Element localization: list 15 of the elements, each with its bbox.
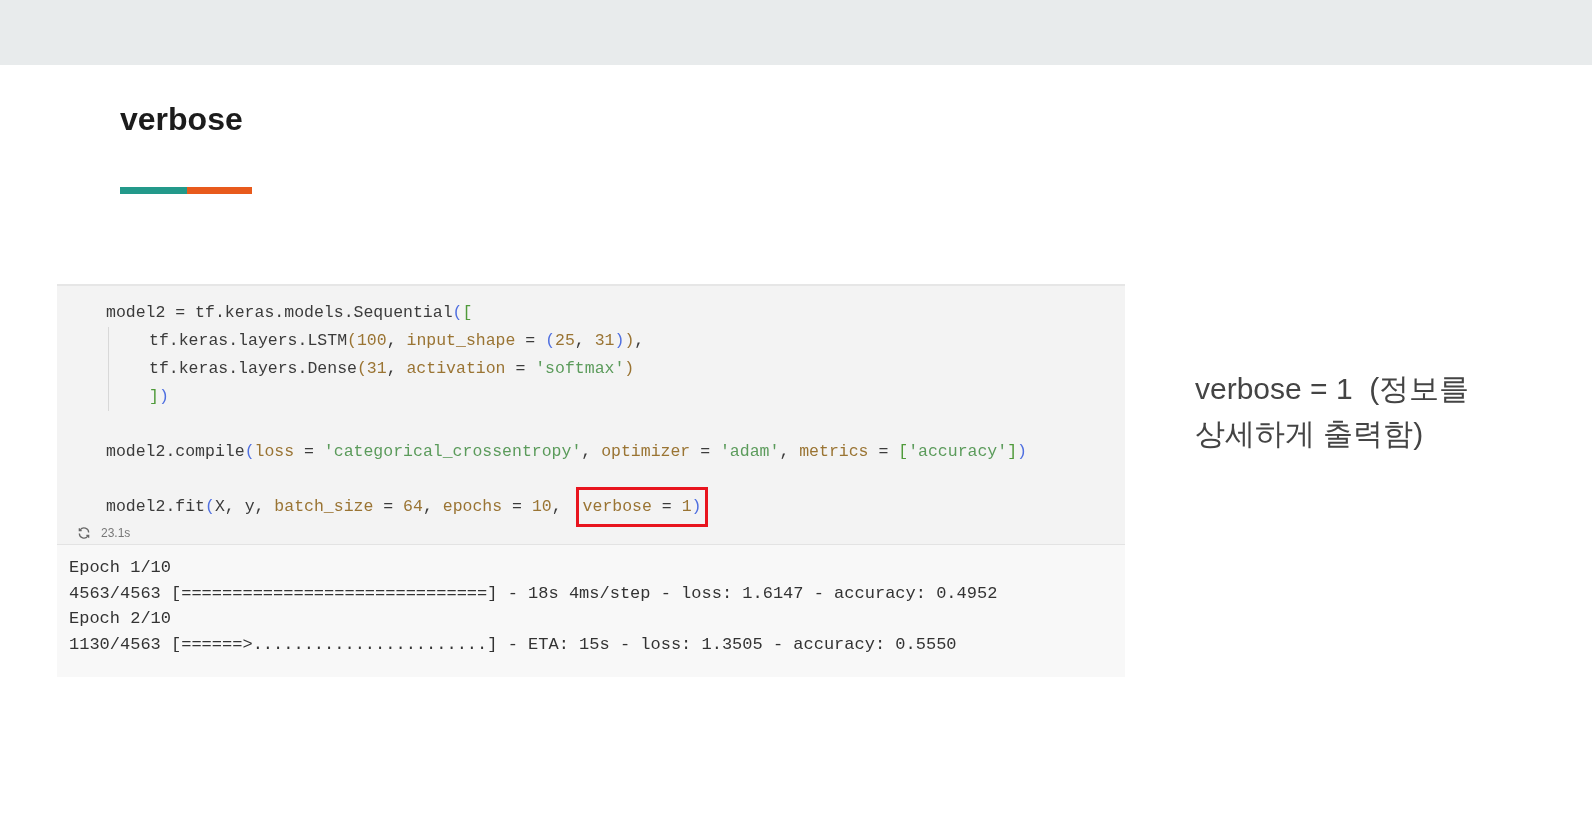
output-line: Epoch 1/10 — [69, 557, 173, 579]
code-line: model2.fit(X, y, batch_size = 64, epochs = 10, — [106, 495, 562, 518]
code-line: model2.compile(loss = 'categorical_crossentropy', optimizer = 'adam', metrics = ['accuracy']) — [106, 440, 1027, 463]
output-line: 1130/4563 [======>.......................] - ETA: 15s - loss: 1.3505 - accuracy: 0.5550 — [69, 633, 958, 656]
code-line: model2 = tf.keras.models.Sequential([ — [106, 301, 473, 324]
explanation-text: verbose = 1 (정보를 상세하게 출력함) — [1195, 371, 1471, 452]
run-duration: 23.1s — [101, 524, 131, 542]
output-line: 4563/4563 [==============================] - 18s 4ms/step - loss: 1.6147 - accuracy: 0.4952 — [69, 582, 999, 605]
highlight-box: verbose = 1) — [575, 486, 709, 528]
output-line: Epoch 2/10 — [69, 608, 173, 630]
code-line: ]) — [149, 385, 169, 408]
code-line: tf.keras.layers.Dense(31, activation = 'softmax') — [149, 357, 635, 380]
refresh-icon — [77, 525, 91, 540]
slide-title: verbose — [120, 100, 244, 139]
code-line: tf.keras.layers.LSTM(100, input_shape = (25, 31)), — [149, 329, 645, 352]
